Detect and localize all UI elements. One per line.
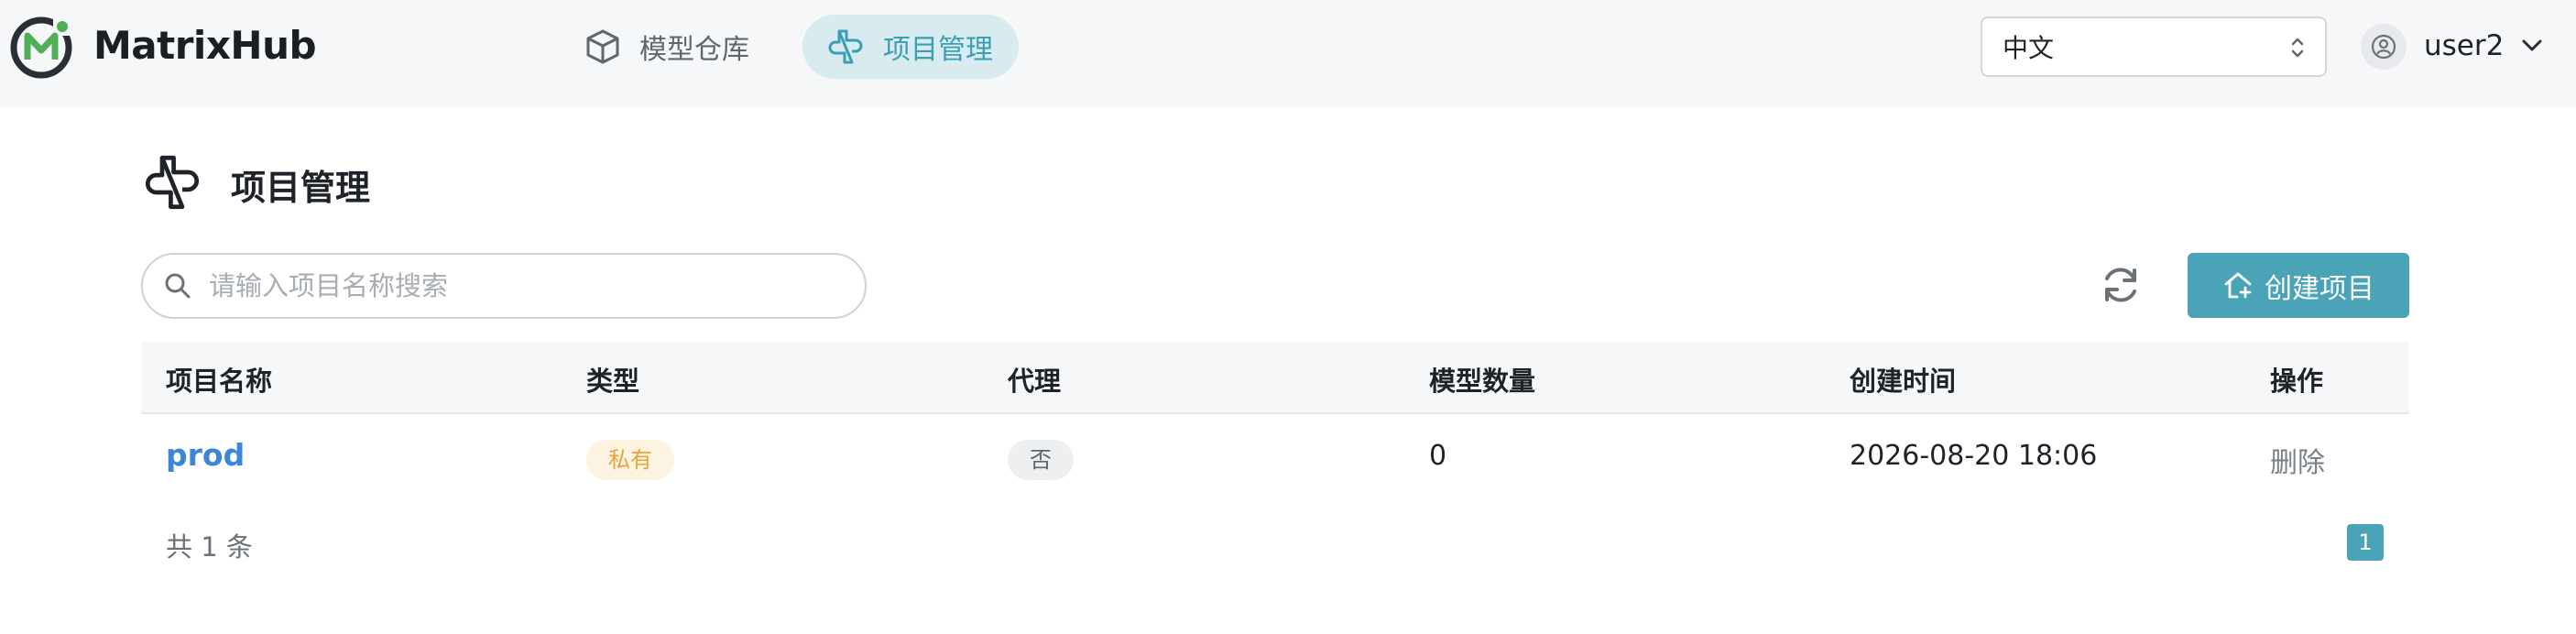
nav-project-management-label: 项目管理	[883, 34, 993, 66]
language-select-value: 中文	[2003, 33, 2055, 63]
create-project-button[interactable]: 创建项目	[2188, 253, 2409, 318]
home-plus-icon	[2224, 272, 2252, 298]
proxy-badge: 否	[1008, 440, 1074, 480]
search-box[interactable]	[141, 253, 867, 319]
search-icon	[165, 273, 191, 299]
project-name-link[interactable]: prod	[166, 437, 245, 473]
column-header-model-count: 模型数量	[1429, 366, 1536, 397]
refresh-icon[interactable]	[2098, 262, 2144, 308]
cube-icon	[586, 29, 619, 64]
matrixhub-logo-icon[interactable]	[9, 16, 73, 80]
user-avatar[interactable]	[2361, 24, 2407, 70]
total-count: 共 1 条	[166, 531, 253, 563]
chevron-down-icon[interactable]	[2521, 37, 2543, 55]
create-project-label: 创建项目	[2265, 272, 2374, 305]
delete-button[interactable]: 删除	[2270, 440, 2325, 480]
project-icon	[828, 29, 863, 64]
column-header-actions: 操作	[2270, 366, 2324, 397]
created-time: 2026-08-20 18:06	[1850, 440, 2098, 472]
type-badge: 私有	[586, 440, 674, 480]
project-icon	[145, 155, 200, 210]
user-name[interactable]: user2	[2424, 29, 2504, 62]
select-caret-icon	[2291, 38, 2304, 58]
top-bar: MatrixHub 模型仓库 项目管理 中文 user2	[0, 0, 2576, 107]
nav-project-management[interactable]: 项目管理	[802, 15, 1019, 79]
page-title: 项目管理	[231, 168, 371, 208]
table-header: 项目名称 类型 代理 模型数量 创建时间 操作	[141, 342, 2409, 414]
brand-name[interactable]: MatrixHub	[93, 23, 317, 68]
nav-model-repository-label: 模型仓库	[639, 34, 749, 66]
model-count: 0	[1429, 440, 1447, 472]
table-row: prod 私有 否 0 2026-08-20 18:06 删除	[141, 414, 2409, 506]
search-input[interactable]	[209, 270, 841, 301]
column-header-name: 项目名称	[166, 366, 273, 397]
column-header-proxy: 代理	[1008, 366, 1062, 397]
column-header-created: 创建时间	[1850, 366, 1957, 397]
column-header-type: 类型	[586, 366, 640, 397]
nav-model-repository[interactable]: 模型仓库	[568, 15, 779, 79]
language-select[interactable]: 中文	[1981, 16, 2327, 77]
user-icon	[2371, 34, 2396, 60]
pagination-page-1[interactable]: 1	[2347, 524, 2384, 561]
